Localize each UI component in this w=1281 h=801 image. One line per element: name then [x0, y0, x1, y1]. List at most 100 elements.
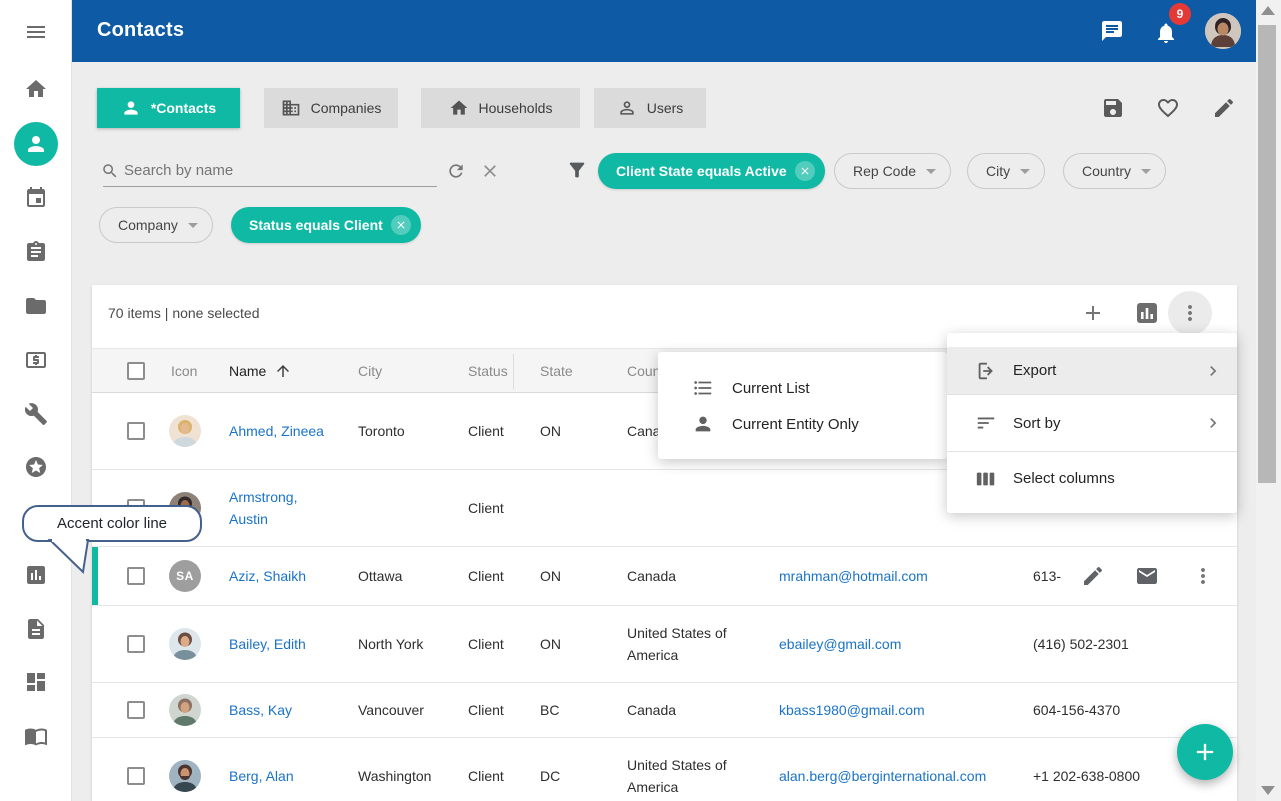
add-contact-fab[interactable]: [1177, 724, 1233, 780]
chevron-down-icon: [1020, 169, 1030, 174]
filter-chip-rep-code[interactable]: Rep Code: [834, 153, 951, 189]
scrollbar-thumb[interactable]: [1258, 25, 1276, 483]
filter-chip-status[interactable]: Status equals Client: [231, 207, 421, 243]
document-icon[interactable]: [24, 617, 48, 641]
menu-item-select-columns[interactable]: Select columns: [947, 452, 1237, 505]
tab-label: Companies: [311, 100, 382, 116]
contact-name-link[interactable]: Armstrong, Austin: [229, 486, 329, 530]
tab-companies[interactable]: Companies: [264, 88, 398, 128]
filter-chip-client-state[interactable]: Client State equals Active: [598, 153, 825, 189]
tasks-icon[interactable]: [24, 240, 48, 264]
avatar: [169, 415, 201, 447]
table-row[interactable]: Berg, Alan Washington Client DC United S…: [92, 738, 1237, 801]
chart-view-icon[interactable]: [1135, 301, 1159, 325]
folder-icon[interactable]: [24, 294, 48, 318]
row-checkbox[interactable]: [127, 567, 145, 585]
home-icon[interactable]: [24, 77, 48, 101]
refresh-icon[interactable]: [446, 161, 466, 181]
stars-icon[interactable]: [24, 455, 48, 479]
close-icon[interactable]: [480, 161, 500, 181]
tab-label: *Contacts: [151, 100, 216, 116]
tab-households[interactable]: Households: [421, 88, 580, 128]
select-all-checkbox[interactable]: [127, 349, 145, 392]
sort-asc-icon: [274, 362, 292, 380]
vertical-scrollbar[interactable]: [1256, 0, 1281, 801]
column-header-city[interactable]: City: [358, 349, 382, 392]
contact-name-link[interactable]: Aziz, Shaikh: [229, 565, 329, 587]
cell-phone: 604-156-4370: [1033, 699, 1145, 721]
row-more-icon[interactable]: [1191, 564, 1215, 588]
filter-chip-country[interactable]: Country: [1063, 153, 1166, 189]
add-icon[interactable]: [1081, 301, 1105, 325]
cell-email-link[interactable]: alan.berg@berginternational.com: [779, 765, 1023, 787]
cell-phone: (416) 502-2301: [1033, 633, 1145, 655]
row-checkbox[interactable]: [127, 422, 145, 440]
book-icon[interactable]: [24, 724, 48, 748]
chip-label: Rep Code: [853, 163, 916, 179]
contact-name-link[interactable]: Berg, Alan: [229, 765, 329, 787]
sort-icon: [975, 412, 997, 434]
column-header-name[interactable]: Name: [229, 349, 292, 392]
heart-icon[interactable]: [1156, 96, 1180, 120]
row-checkbox[interactable]: [127, 635, 145, 653]
cell-email-link[interactable]: ebailey@gmail.com: [779, 633, 1023, 655]
scroll-up-icon[interactable]: [1261, 6, 1275, 15]
user-avatar[interactable]: [1205, 13, 1241, 49]
cell-email-link[interactable]: mrahman@hotmail.com: [779, 565, 1023, 587]
cell-status: Client: [468, 565, 530, 587]
column-header-icon[interactable]: Icon: [171, 349, 197, 392]
email-row-icon[interactable]: [1135, 564, 1159, 588]
money-icon[interactable]: [24, 348, 48, 372]
tab-contacts[interactable]: *Contacts: [97, 88, 240, 128]
cell-city: Toronto: [358, 420, 458, 442]
table-row[interactable]: Bailey, Edith North York Client ON Unite…: [92, 606, 1237, 683]
filter-chip-city[interactable]: City: [967, 153, 1045, 189]
menu-item-sort-by[interactable]: Sort by: [947, 395, 1237, 451]
row-checkbox[interactable]: [127, 767, 145, 785]
export-icon: [975, 360, 997, 382]
dashboard-icon[interactable]: [24, 670, 48, 694]
table-row-highlighted[interactable]: SA Aziz, Shaikh Ottawa Client ON Canada …: [92, 547, 1237, 606]
list-icon: [692, 377, 714, 399]
pencil-icon[interactable]: [1212, 96, 1236, 120]
edit-row-icon[interactable]: [1081, 564, 1105, 588]
menu-item-export[interactable]: Export: [947, 347, 1237, 394]
row-checkbox[interactable]: [127, 701, 145, 719]
contact-name-link[interactable]: Ahmed, Zineea: [229, 420, 329, 442]
chevron-down-icon: [926, 169, 936, 174]
notification-badge: 9: [1169, 3, 1191, 25]
cell-status: Client: [468, 633, 530, 655]
cell-email-link[interactable]: kbass1980@gmail.com: [779, 699, 1023, 721]
sidebar-item-contacts[interactable]: [14, 122, 58, 166]
cell-phone: +1 202-638-0800: [1033, 765, 1145, 787]
cell-country: United States of America: [627, 754, 749, 798]
tools-icon[interactable]: [24, 402, 48, 426]
remove-filter-icon[interactable]: [795, 161, 815, 181]
calendar-icon[interactable]: [24, 186, 48, 210]
person-icon: [24, 132, 48, 156]
remove-filter-icon[interactable]: [391, 215, 411, 235]
menu-item-current-list[interactable]: Current List: [658, 369, 947, 407]
contact-name-link[interactable]: Bailey, Edith: [229, 633, 329, 655]
chat-icon[interactable]: [1100, 19, 1124, 43]
search-input[interactable]: [103, 155, 437, 187]
scroll-down-icon[interactable]: [1261, 786, 1275, 795]
person-outline-icon: [617, 98, 637, 118]
menu-item-current-entity-only[interactable]: Current Entity Only: [658, 405, 947, 443]
tab-users[interactable]: Users: [594, 88, 706, 128]
column-header-status[interactable]: Status: [468, 349, 508, 392]
cell-city: Washington: [358, 765, 458, 787]
contact-name-link[interactable]: Bass, Kay: [229, 699, 329, 721]
filter-icon[interactable]: [566, 159, 588, 181]
bell-icon[interactable]: [1154, 21, 1178, 45]
table-row[interactable]: Bass, Kay Vancouver Client BC Canada kba…: [92, 683, 1237, 738]
save-icon[interactable]: [1101, 96, 1125, 120]
chevron-down-icon: [1141, 169, 1151, 174]
column-header-state[interactable]: State: [540, 349, 573, 392]
menu-icon[interactable]: [24, 20, 48, 44]
chevron-down-icon: [188, 223, 198, 228]
columns-icon: [975, 468, 997, 490]
filter-chip-company[interactable]: Company: [99, 207, 213, 243]
cell-city: Ottawa: [358, 565, 458, 587]
list-more-button[interactable]: [1168, 291, 1212, 335]
